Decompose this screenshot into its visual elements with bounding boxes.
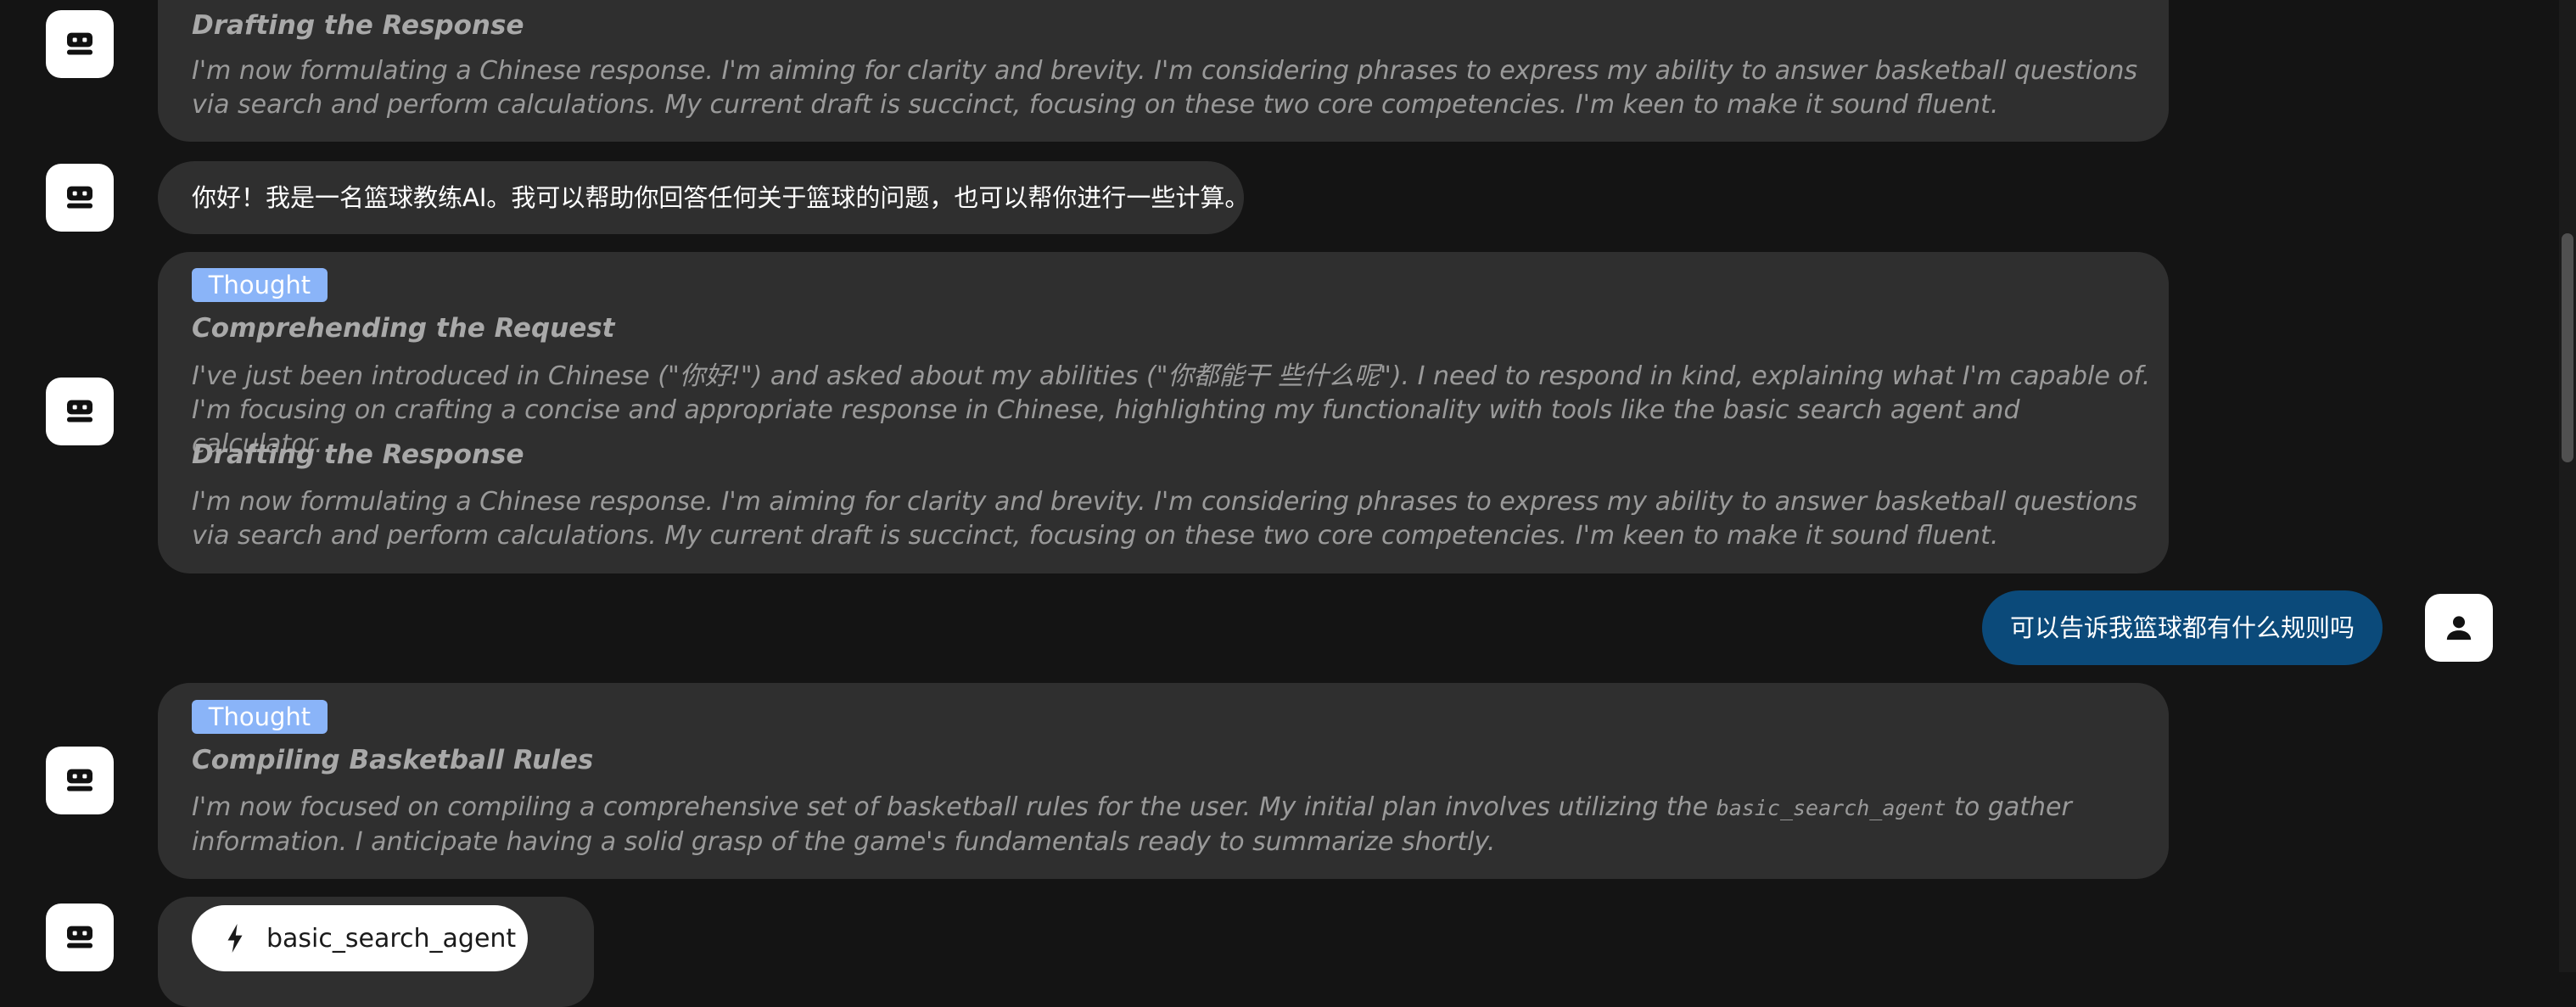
assistant-avatar	[46, 164, 114, 232]
thought-message-bubble: Thought Comprehending the Request I've j…	[158, 252, 2169, 573]
user-message-text: 可以告诉我篮球都有什么规则吗	[2009, 613, 2355, 642]
inline-code: basic_search_agent	[1716, 796, 1946, 820]
scrollbar-thumb[interactable]	[2562, 233, 2573, 462]
robot-icon	[67, 926, 92, 948]
assistant-avatar	[46, 904, 114, 971]
thought-message-bubble: Drafting the Response I'm now formulatin…	[158, 0, 2169, 142]
thought-section-title: Drafting the Response	[192, 10, 524, 41]
scrollbar-track[interactable]	[2559, 0, 2576, 972]
thought-message-bubble: Thought Compiling Basketball Rules I'm n…	[158, 683, 2169, 879]
robot-icon	[67, 186, 92, 209]
tool-call-chip[interactable]: basic_search_agent	[192, 905, 528, 971]
thought-section-text: I'm now focused on compiling a comprehen…	[192, 792, 2072, 857]
robot-icon	[67, 769, 92, 792]
thought-section-title: Compiling Basketball Rules	[192, 745, 594, 775]
thought-section-title: Comprehending the Request	[192, 313, 615, 344]
user-avatar	[2425, 594, 2493, 662]
assistant-avatar	[46, 747, 114, 814]
thought-section-title: Drafting the Response	[192, 439, 524, 470]
assistant-avatar	[46, 10, 114, 78]
lightning-bolt-icon	[227, 924, 243, 953]
tool-call-label: basic_search_agent	[266, 923, 517, 954]
assistant-avatar	[46, 378, 114, 445]
person-icon	[2446, 616, 2472, 641]
thought-section-text: I'm now formulating a Chinese response. …	[192, 487, 2138, 551]
thought-section-text: I'm now formulating a Chinese response. …	[192, 56, 2138, 120]
assistant-message-text: 你好！我是一名篮球教练AI。我可以帮助你回答任何关于篮球的问题，也可以帮你进行一…	[192, 183, 1250, 212]
robot-icon	[67, 32, 92, 55]
thought-tag: Thought	[192, 700, 328, 734]
thought-tag: Thought	[192, 268, 328, 302]
robot-icon	[67, 400, 92, 422]
user-message-bubble: 可以告诉我篮球都有什么规则吗	[1982, 590, 2383, 665]
assistant-message-bubble: 你好！我是一名篮球教练AI。我可以帮助你回答任何关于篮球的问题，也可以帮你进行一…	[158, 161, 1249, 234]
tool-call-bubble: basic_search_agent	[158, 897, 594, 1007]
